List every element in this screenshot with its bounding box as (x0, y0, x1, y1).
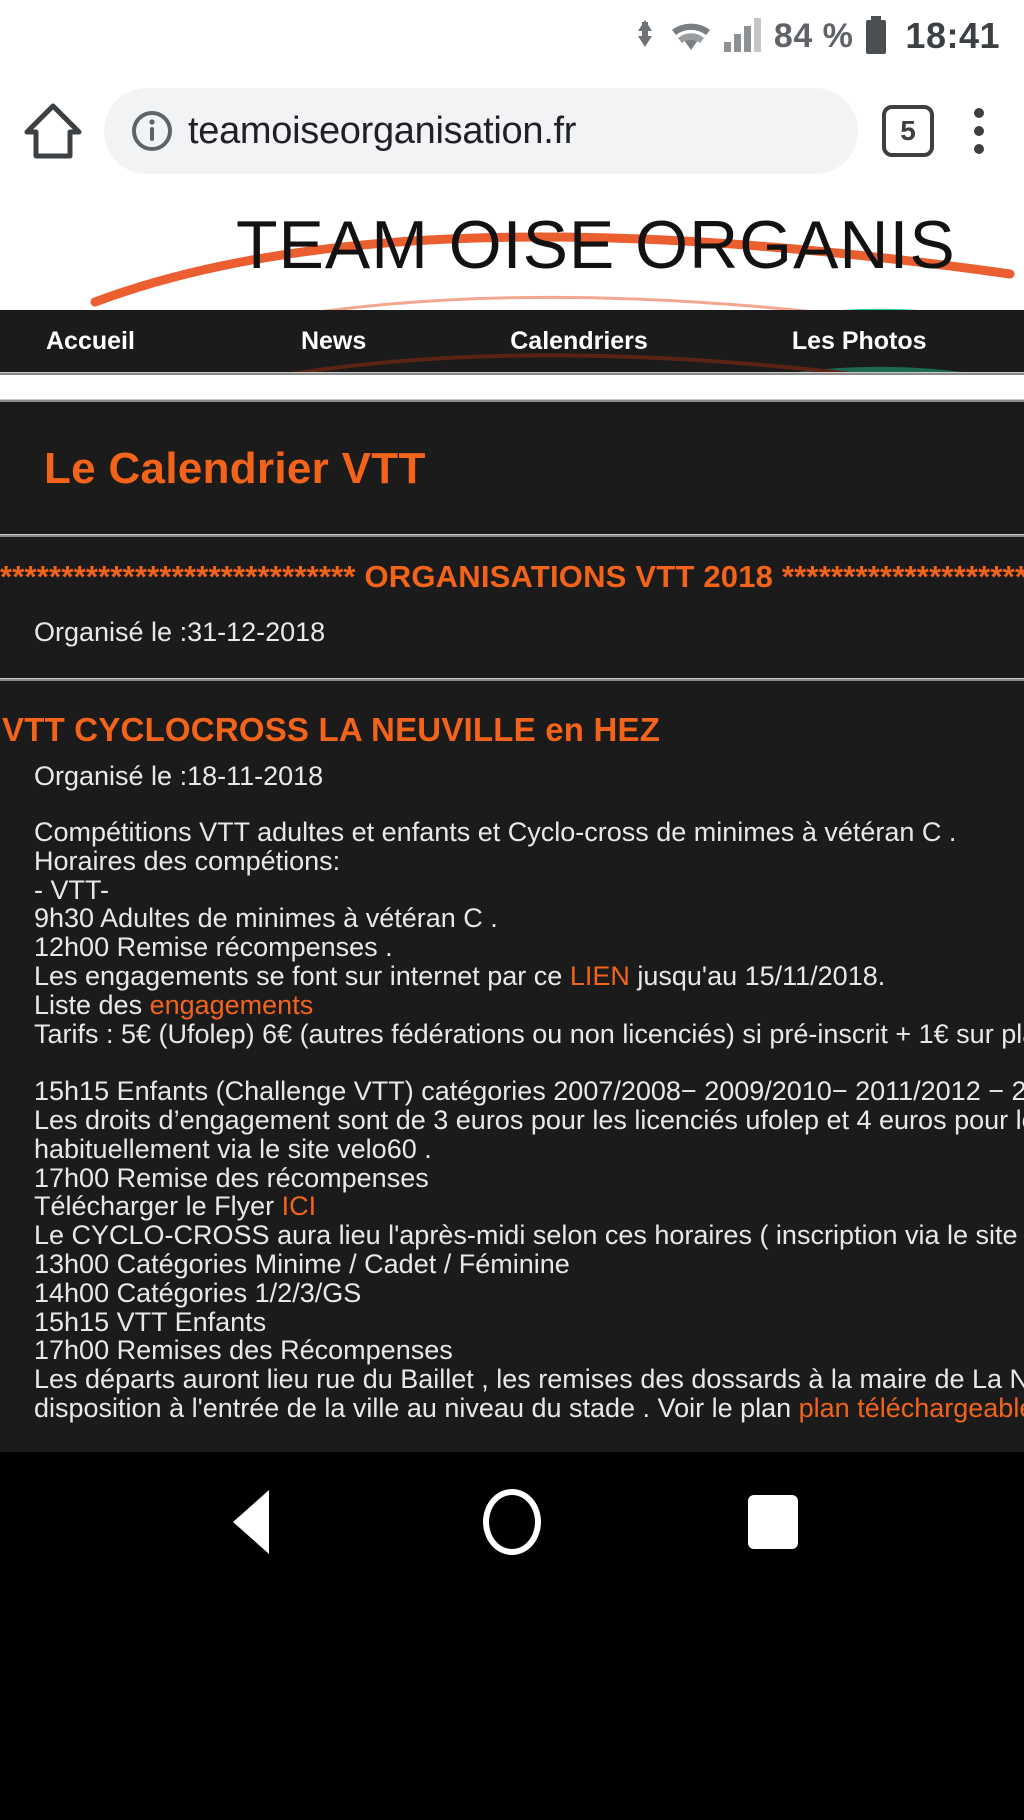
cellular-signal-icon (723, 18, 761, 52)
tab-count-label: 5 (900, 115, 916, 146)
android-navigation-bar (0, 1452, 1024, 1592)
battery-icon (866, 16, 887, 54)
white-spacer (0, 375, 1024, 399)
event-description-line: Les départs auront lieu rue du Baillet ,… (34, 1364, 1024, 1395)
inline-link[interactable]: LIEN (570, 961, 630, 991)
site-navigation: Accueil News Calendriers Les Photos (0, 310, 1024, 372)
inline-link[interactable]: ICI (282, 1191, 317, 1221)
section-heading: ***************************** ORGANISATI… (0, 559, 1024, 594)
event-card-cyclocross: VTT CYCLOCROSS LA NEUVILLE en HEZ Organi… (0, 681, 1024, 1452)
event-description-line: Tarifs : 5€ (Ufolep) 6€ (autres fédérati… (34, 1018, 1024, 1049)
line-text: disposition à l'entrée de la ville au ni… (34, 1392, 799, 1423)
browser-toolbar: teamoiseorganisation.fr 5 (0, 72, 1024, 190)
menu-dot (974, 144, 984, 154)
event-description-line: - VTT- (34, 874, 109, 905)
android-status-bar: 84 % 18:41 (0, 0, 1024, 72)
event-description-line: 13h00 Catégories Minime / Cadet / Fémini… (34, 1248, 570, 1279)
event-description-line: Les engagements se font sur internet par… (34, 962, 1024, 991)
event-title[interactable]: VTT CYCLOCROSS LA NEUVILLE en HEZ (0, 681, 1024, 749)
inline-link[interactable]: plan téléchargeable (799, 1393, 1024, 1423)
site-logo-text: TEAM OISE ORGANIS (236, 207, 956, 283)
event-description-line: Le CYCLO-CROSS aura lieu l'après-midi se… (34, 1220, 1024, 1251)
status-icons (634, 16, 764, 56)
section-organisations-2018: ***************************** ORGANISATI… (0, 537, 1024, 678)
event-description-line: 17h00 Remises des Récompenses (34, 1335, 453, 1366)
nav-item-accueil[interactable]: Accueil (46, 327, 135, 356)
event-description-line (34, 1048, 1024, 1077)
tab-switcher-button[interactable]: 5 (882, 105, 934, 157)
omnibox[interactable]: teamoiseorganisation.fr (104, 88, 858, 174)
line-text: Liste des (34, 989, 150, 1020)
event-description-line: habituellement via le site velo60 . (34, 1133, 432, 1164)
wifi-icon (671, 23, 710, 50)
section-date: Organisé le :31-12-2018 (34, 617, 326, 647)
web-page-viewport: TEAM OISE ORGANIS Accueil News Calendrie… (0, 190, 1024, 1452)
back-triangle-icon[interactable] (191, 1462, 311, 1582)
event-description-line: 9h30 Adultes de minimes à vétéran C . (34, 903, 498, 934)
nav-item-news[interactable]: News (301, 327, 366, 356)
event-description-line: disposition à l'entrée de la ville au ni… (34, 1394, 1024, 1423)
event-description-line: Télécharger le Flyer ICI (34, 1192, 1024, 1221)
line-text: Les engagements se font sur internet par… (34, 960, 570, 991)
event-description-line: 12h00 Remise récompenses . (34, 932, 393, 963)
nav-item-calendriers[interactable]: Calendriers (510, 327, 648, 356)
event-description-line: Horaires des compétions: (34, 845, 341, 876)
event-description-line: 14h00 Catégories 1/2/3/GS (34, 1277, 362, 1308)
home-icon[interactable] (22, 100, 84, 162)
line-text: jusqu'au 15/11/2018. (629, 960, 886, 991)
page-info-icon[interactable] (130, 109, 174, 153)
event-description-line: 17h00 Remise des récompenses (34, 1162, 429, 1193)
event-description-line: Les droits d’engagement sont de 3 euros … (34, 1104, 1024, 1135)
event-description-line: 15h15 Enfants (Challenge VTT) catégories… (34, 1076, 1024, 1107)
menu-dot (974, 108, 984, 118)
event-description: Compétitions VTT adultes et enfants et C… (0, 818, 1024, 1452)
page-title: Le Calendrier VTT (44, 444, 426, 493)
event-description-line: Liste des engagements (34, 989, 1024, 1020)
site-logo-banner[interactable]: TEAM OISE ORGANIS (0, 190, 1024, 310)
recents-square-icon[interactable] (713, 1462, 833, 1582)
inline-link[interactable]: engagements (150, 990, 314, 1020)
page-title-block: Le Calendrier VTT (0, 402, 1024, 534)
event-description-line: Compétitions VTT adultes et enfants et C… (34, 817, 957, 847)
line-text: Télécharger le Flyer (34, 1191, 282, 1222)
event-date: Organisé le :18-11-2018 (34, 761, 324, 791)
event-description-line: 15h15 VTT Enfants (34, 1306, 267, 1337)
overflow-menu-icon[interactable] (956, 100, 1002, 162)
url-text[interactable]: teamoiseorganisation.fr (188, 110, 576, 153)
sync-arrows-icon (637, 20, 652, 47)
battery-percent-label: 84 % (773, 16, 854, 55)
home-circle-icon[interactable] (452, 1462, 572, 1582)
menu-dot (974, 126, 984, 136)
status-bar-clock: 18:41 (905, 15, 1000, 56)
nav-item-les-photos[interactable]: Les Photos (792, 327, 927, 356)
